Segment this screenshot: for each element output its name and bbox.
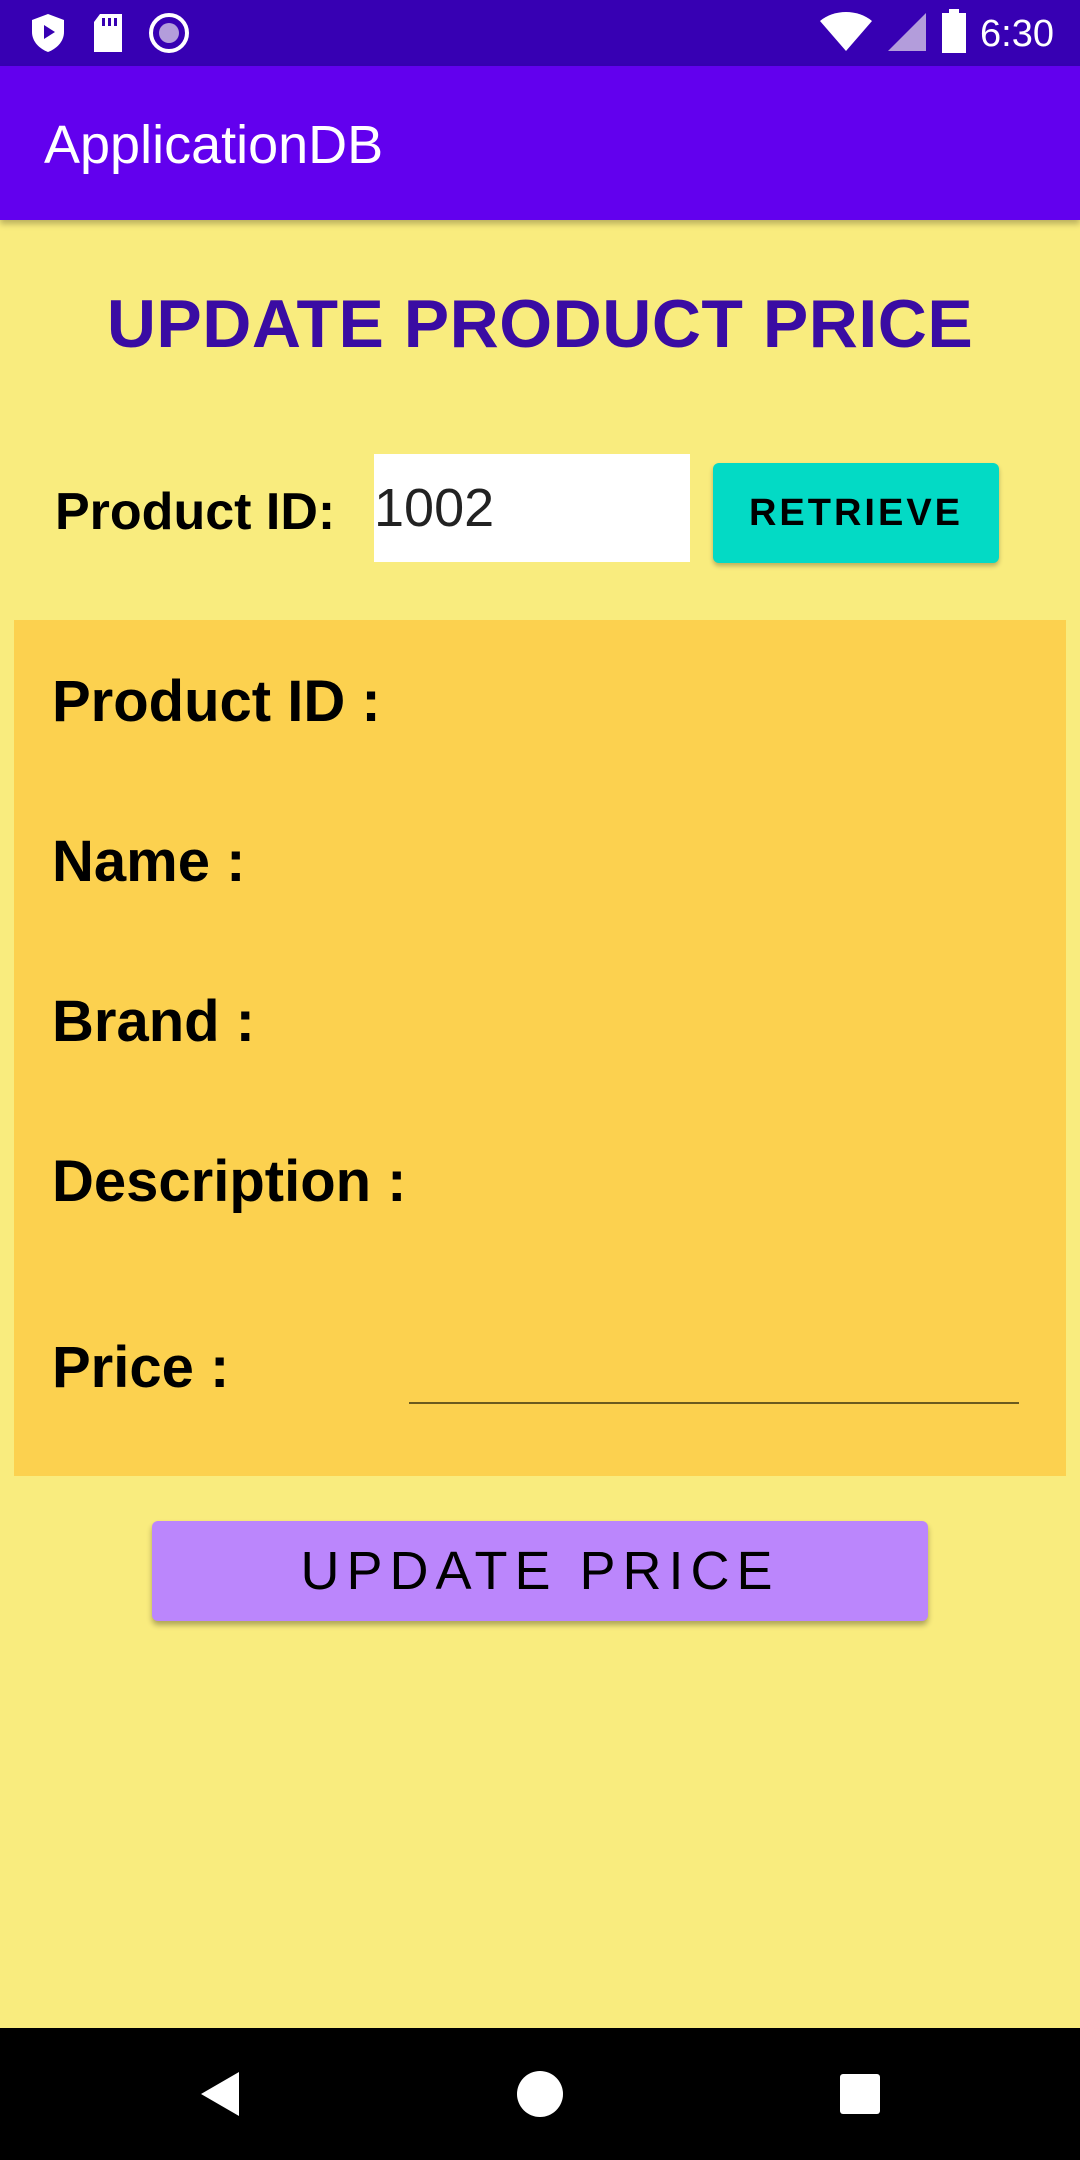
record-icon <box>148 12 190 59</box>
page-heading: UPDATE PRODUCT PRICE <box>106 286 974 362</box>
status-time: 6:30 <box>980 12 1054 55</box>
update-price-button[interactable]: UPDATE PRICE <box>152 1521 928 1621</box>
shield-play-icon <box>28 12 68 59</box>
back-icon[interactable] <box>190 2064 250 2124</box>
detail-price-label: Price : <box>52 1335 230 1400</box>
product-id-label: Product ID: <box>55 483 336 541</box>
detail-name-label: Name : <box>52 829 246 894</box>
detail-product-id-label: Product ID : <box>52 669 381 734</box>
cell-signal-icon <box>886 9 928 58</box>
product-details-panel: Product ID : Name : Brand : Description … <box>14 620 1066 1476</box>
app-bar: ApplicationDB <box>0 66 1080 220</box>
price-input[interactable] <box>409 1400 1019 1404</box>
sd-card-icon <box>90 12 126 59</box>
home-icon[interactable] <box>510 2064 570 2124</box>
recents-icon[interactable] <box>830 2064 890 2124</box>
product-id-input[interactable] <box>374 454 690 562</box>
detail-description-label: Description : <box>52 1149 407 1214</box>
battery-icon <box>940 8 968 59</box>
retrieve-button[interactable]: RETRIEVE <box>713 463 999 563</box>
status-bar: 6:30 <box>0 0 1080 66</box>
app-title: ApplicationDB <box>44 115 384 175</box>
detail-brand-label: Brand : <box>52 989 255 1054</box>
wifi-icon <box>818 9 874 58</box>
navigation-bar <box>0 2028 1080 2160</box>
